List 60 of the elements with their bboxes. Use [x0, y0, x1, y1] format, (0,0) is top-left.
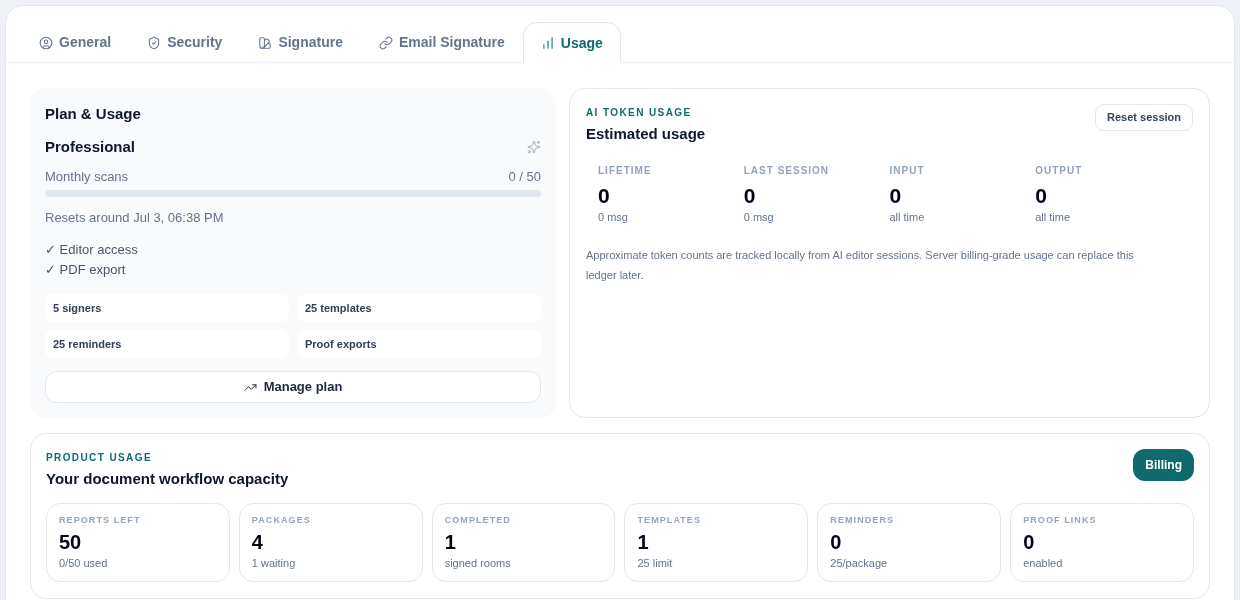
- footnote: Approximate token counts are tracked locally from AI editor sessions. Server billing-grade usage can replace this ledger later.: [586, 248, 1135, 283]
- link-icon: [378, 35, 393, 50]
- stat-label: REPORTS LEFT: [59, 514, 142, 526]
- plan-name: Professional: [45, 137, 136, 157]
- stat-value: 1: [444, 530, 457, 554]
- card-title: Estimated usage: [586, 124, 706, 144]
- billing-button[interactable]: Billing: [1133, 449, 1194, 481]
- section-eyebrow: AI TOKEN USAGE: [586, 107, 693, 119]
- limit-chip: 5 signers: [45, 294, 289, 322]
- reset-note: Resets around Jul 3, 06:38 PM: [45, 210, 225, 226]
- limit-chip: 25 reminders: [45, 330, 289, 358]
- swatches-icon: [258, 35, 273, 50]
- stat-label: LAST SESSION: [743, 165, 831, 177]
- stat-note: 0/50 used: [59, 556, 109, 570]
- card-title: Your document workflow capacity: [46, 469, 289, 489]
- stat-note: 25 limit: [637, 556, 674, 570]
- reset-session-button[interactable]: Reset session: [1095, 104, 1193, 131]
- tab[interactable]: Security: [129, 22, 241, 63]
- meter-label: Monthly scans: [45, 169, 129, 185]
- sparkles-icon: [527, 140, 541, 154]
- stat-value: 0: [830, 530, 843, 554]
- feature-item: ✓ PDF export: [45, 262, 127, 278]
- limit-chip: Proof exports: [297, 330, 541, 358]
- stat-value: 0: [1035, 184, 1048, 208]
- card-title: Plan & Usage: [45, 104, 142, 124]
- shield-check-icon: [147, 35, 162, 50]
- stat-label: PACKAGES: [251, 514, 312, 526]
- stat-note: 1 waiting: [251, 556, 297, 570]
- stat-value: 0: [743, 184, 757, 208]
- meter-reading: 0 / 50: [508, 169, 541, 185]
- stat-label: TEMPLATES: [637, 514, 703, 526]
- stat-value: 0: [889, 184, 903, 208]
- tab[interactable]: General: [21, 22, 130, 63]
- stat-note: enabled: [1023, 556, 1064, 570]
- stat-label: INPUT: [889, 165, 926, 177]
- user-circle-icon: [39, 35, 53, 50]
- stat-note: all time: [889, 210, 926, 224]
- stat-note: 0 msg: [743, 210, 775, 224]
- stat-value: 1: [637, 530, 650, 554]
- tab[interactable]: Email Signature: [360, 22, 523, 63]
- section-eyebrow: PRODUCT USAGE: [46, 452, 153, 464]
- stat-label: REMINDERS: [830, 514, 896, 526]
- stat-value: 0: [1023, 530, 1036, 554]
- stat-note: 25/package: [830, 556, 889, 570]
- stat-label: LIFETIME: [598, 165, 653, 177]
- limit-chip: 25 templates: [297, 294, 541, 322]
- stat-value: 4: [251, 530, 264, 554]
- stat-value: 50: [59, 530, 83, 554]
- stat-note: signed rooms: [444, 556, 512, 570]
- tab[interactable]: Signature: [240, 22, 361, 63]
- manage-plan-button[interactable]: Manage plan: [45, 371, 541, 403]
- feature-item: ✓ Editor access: [45, 242, 139, 258]
- stat-value: 0: [598, 184, 611, 208]
- stat-label: PROOF LINKS: [1023, 514, 1098, 526]
- stat-label: COMPLETED: [444, 514, 512, 526]
- bar-chart-icon: [540, 36, 555, 50]
- stat-label: OUTPUT: [1035, 165, 1084, 177]
- tab[interactable]: Usage: [522, 22, 621, 63]
- stat-note: 0 msg: [598, 210, 629, 224]
- stat-note: all time: [1035, 210, 1072, 224]
